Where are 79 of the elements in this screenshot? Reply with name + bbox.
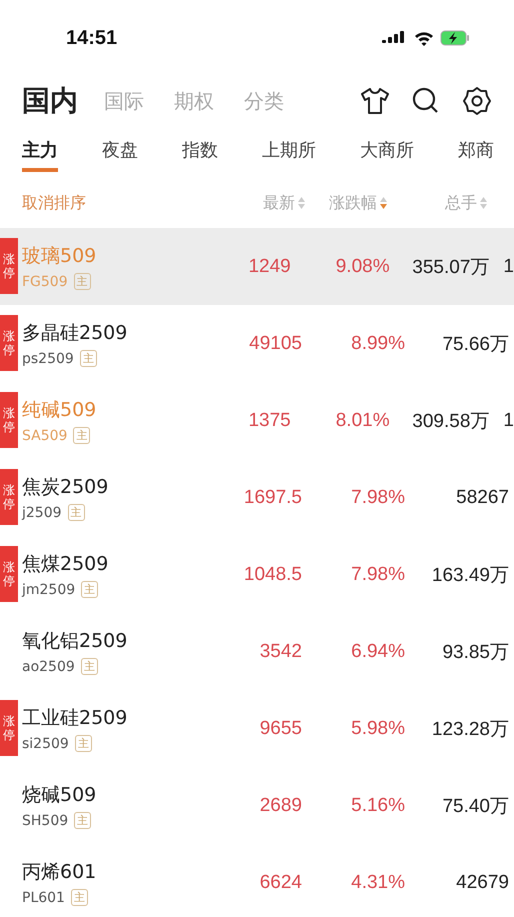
total-volume: 58267 <box>455 486 509 508</box>
latest-price: 6624 <box>258 872 302 894</box>
contract-name: 玻璃509 <box>22 244 98 269</box>
exchange-tab[interactable]: 指数 <box>182 126 218 172</box>
sort-caret-icon <box>298 197 305 209</box>
tshirt-icon[interactable] <box>360 87 390 115</box>
settings-icon[interactable] <box>462 86 492 116</box>
contract-name: 焦炭2509 <box>22 475 110 500</box>
contract-code: j2509 <box>22 504 62 520</box>
latest-price: 2689 <box>258 794 302 816</box>
exchange-tab[interactable]: 大商所 <box>360 126 414 172</box>
change-percent: 9.08% <box>334 256 390 278</box>
status-time: 14:51 <box>66 26 118 50</box>
exchange-tab[interactable]: 主力 <box>22 126 58 172</box>
sort-caret-icon <box>380 197 387 209</box>
total-volume: 75.40万 <box>441 794 509 818</box>
change-percent: 4.31% <box>350 872 405 894</box>
latest-price: 1697.5 <box>242 486 302 508</box>
contract-code: SH509 <box>22 812 68 828</box>
limit-up-tag: 涨停 <box>0 546 18 602</box>
exchange-tab[interactable]: 上期所 <box>262 126 316 172</box>
contract-code: SA509 <box>22 428 68 444</box>
limit-up-tag: 涨停 <box>0 392 18 448</box>
total-volume: 163.49万 <box>430 564 509 588</box>
latest-price: 1048.5 <box>242 564 302 586</box>
total-volume: 75.66万 <box>441 332 509 356</box>
change-percent: 7.98% <box>350 564 405 586</box>
exchange-tab[interactable]: 夜盘 <box>102 126 138 172</box>
contract-code: si2509 <box>22 736 69 752</box>
sort-caret-icon <box>480 197 487 209</box>
total-volume: 123.28万 <box>430 718 509 742</box>
latest-price: 1249 <box>247 256 291 278</box>
market-tab[interactable]: 国内 <box>22 82 78 120</box>
limit-up-tag: 涨停 <box>0 469 18 525</box>
contract-code: jm2509 <box>22 582 76 598</box>
exchange-tab[interactable]: 郑商 <box>458 126 494 172</box>
contract-name: 工业硅2509 <box>22 706 128 731</box>
total-volume: 42679 <box>455 872 509 894</box>
main-contract-badge: 主 <box>80 350 97 367</box>
latest-price: 3542 <box>258 640 302 662</box>
main-contract-badge: 主 <box>74 735 92 752</box>
change-percent: 5.16% <box>350 794 405 816</box>
contract-name: 氧化铝2509 <box>22 629 128 654</box>
contract-name: 丙烯601 <box>22 860 98 885</box>
main-contract-badge: 主 <box>68 504 85 521</box>
contract-name: 纯碱509 <box>22 398 98 423</box>
main-contract-badge: 主 <box>70 889 88 906</box>
change-percent: 8.01% <box>334 410 390 432</box>
search-icon[interactable] <box>412 87 440 115</box>
contract-code: ps2509 <box>22 350 74 366</box>
limit-up-tag: 涨停 <box>0 238 18 294</box>
main-contract-badge: 主 <box>74 273 91 290</box>
change-percent: 6.94% <box>350 640 405 662</box>
contract-name: 烧碱509 <box>22 783 98 808</box>
total-volume: 309.58万 <box>411 410 490 434</box>
limit-up-tag: 涨停 <box>0 315 18 371</box>
contract-name: 焦煤2509 <box>22 552 110 577</box>
table-cell: 1 <box>503 256 514 278</box>
total-volume: 355.07万 <box>411 256 490 280</box>
latest-price: 1375 <box>247 410 291 432</box>
contract-name: 多晶硅2509 <box>22 321 128 346</box>
contract-code: FG509 <box>22 274 68 290</box>
latest-price: 49105 <box>248 332 302 354</box>
main-contract-badge: 主 <box>80 658 98 675</box>
main-contract-badge: 主 <box>73 427 90 444</box>
change-percent: 5.98% <box>350 718 405 740</box>
wifi-icon <box>414 30 434 46</box>
limit-up-tag: 涨停 <box>0 700 18 756</box>
quote-row[interactable]: 涨停 玻璃509 FG509 主 1249 9.08% 355.07万 1 <box>0 228 514 305</box>
main-contract-badge: 主 <box>81 581 98 598</box>
latest-price: 9655 <box>258 718 302 740</box>
main-contract-badge: 主 <box>74 812 92 829</box>
change-percent: 8.99% <box>350 332 405 354</box>
contract-code: ao2509 <box>22 658 75 674</box>
change-percent: 7.98% <box>350 486 405 508</box>
battery-charging-icon <box>440 30 470 46</box>
contract-code: PL601 <box>22 890 65 906</box>
total-volume: 93.85万 <box>441 640 509 664</box>
table-cell: 1 <box>503 410 514 432</box>
